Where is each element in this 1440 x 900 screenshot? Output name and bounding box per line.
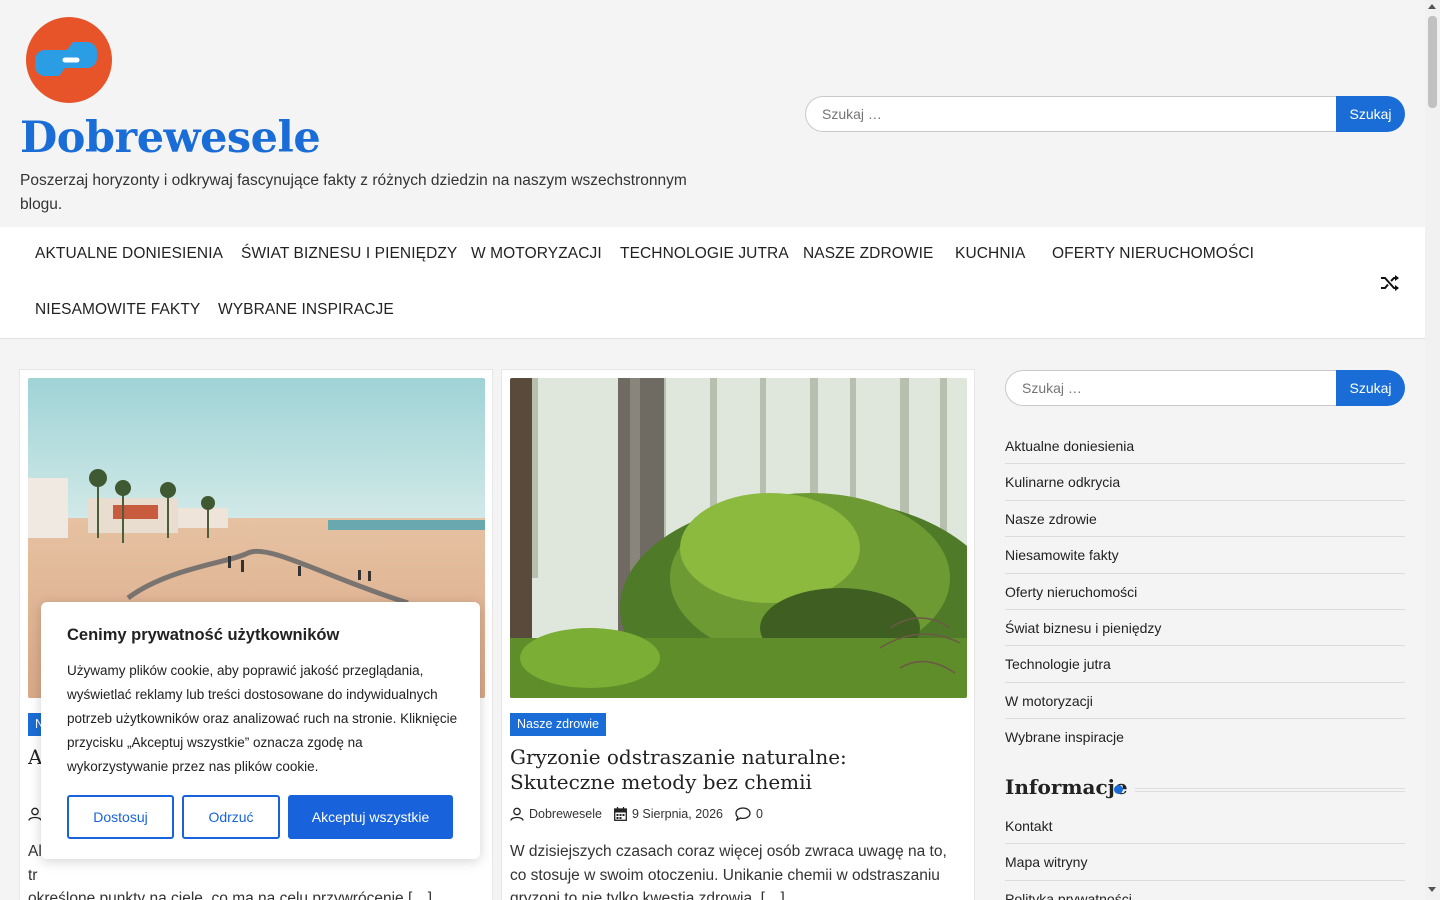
scroll-down-arrow-icon[interactable] xyxy=(1428,887,1436,892)
nav-item-technologie-jutra[interactable]: TECHNOLOGIE JUTRA xyxy=(620,245,789,263)
nav-item-w-motoryzacji[interactable]: W MOTORYZACJI xyxy=(471,245,602,263)
nav-item-aktualne-doniesienia[interactable]: AKTUALNE DONIESIENIA xyxy=(35,245,223,263)
nav-item-oferty-nieruchomosci[interactable]: OFERTY NIERUCHOMOŚCI xyxy=(1052,245,1254,263)
header-search-button[interactable]: Szukaj xyxy=(1336,96,1405,132)
sidebar-category-item[interactable]: Aktualne doniesienia xyxy=(1005,428,1405,465)
scroll-up-arrow-icon[interactable] xyxy=(1428,4,1436,9)
widget-title-dot xyxy=(1114,785,1123,794)
main-navigation: AKTUALNE DONIESIENIA ŚWIAT BIZNESU I PIE… xyxy=(0,227,1425,339)
widget-title-divider xyxy=(1135,788,1405,792)
calendar-icon xyxy=(614,807,627,821)
site-tagline: Poszerzaj horyzonty i odkrywaj fascynują… xyxy=(20,172,687,213)
sidebar-category-item[interactable]: Niesamowite fakty xyxy=(1005,537,1405,574)
user-icon xyxy=(28,807,42,821)
sidebar-category-item[interactable]: Oferty nieruchomości xyxy=(1005,574,1405,610)
post-meta: Dobrewesele 9 Sierpnia, 2026 0 xyxy=(510,804,763,824)
post-comment-count[interactable]: 0 xyxy=(756,807,763,821)
site-header: Dobrewesele Poszerzaj horyzonty i odkryw… xyxy=(0,0,1425,227)
post-excerpt-line2: tr xyxy=(28,866,38,884)
cookie-accept-all-button[interactable]: Akceptuj wszystkie xyxy=(288,795,453,839)
post-author[interactable]: Dobrewesele xyxy=(529,807,602,821)
site-logo-icon[interactable] xyxy=(25,16,113,104)
sidebar-category-item[interactable]: Wybrane inspiracje xyxy=(1005,719,1405,755)
cookie-consent-banner: Cenimy prywatność użytkowników Używamy p… xyxy=(41,602,480,859)
post-title[interactable]: Gryzonie odstraszanie naturalne: Skutecz… xyxy=(510,745,950,795)
sidebar-info-link-polityka[interactable]: Polityka prywatności xyxy=(1005,881,1405,900)
cookie-customize-button[interactable]: Dostosuj xyxy=(67,795,174,839)
sidebar-search-form: Szukaj xyxy=(1005,370,1405,406)
cookie-reject-button[interactable]: Odrzuć xyxy=(182,795,280,839)
post-image-forest[interactable] xyxy=(510,378,967,698)
cookie-description: Używamy plików cookie, aby poprawić jako… xyxy=(67,663,458,774)
nav-item-niesamowite-fakty[interactable]: NIESAMOWITE FAKTY xyxy=(35,301,200,319)
cookie-title: Cenimy prywatność użytkowników xyxy=(67,626,340,644)
site-title[interactable]: Dobrewesele xyxy=(20,113,321,163)
page-scrollbar[interactable] xyxy=(1425,0,1440,900)
sidebar-info-link-mapa[interactable]: Mapa witryny xyxy=(1005,844,1405,881)
nav-item-nasze-zdrowie[interactable]: NASZE ZDROWIE xyxy=(803,245,933,263)
sidebar-category-list: Aktualne doniesienia Kulinarne odkrycia … xyxy=(1005,428,1405,756)
sidebar-category-item[interactable]: Kulinarne odkrycia xyxy=(1005,464,1405,501)
sidebar-category-item[interactable]: Nasze zdrowie xyxy=(1005,501,1405,538)
sidebar-category-item[interactable]: W motoryzacji xyxy=(1005,683,1405,720)
scrollbar-thumb[interactable] xyxy=(1428,16,1437,108)
header-search-input[interactable] xyxy=(805,96,1336,132)
sidebar-category-item[interactable]: Technologie jutra xyxy=(1005,646,1405,683)
post-category-badge[interactable]: Nasze zdrowie xyxy=(510,713,606,736)
user-icon xyxy=(510,807,524,821)
nav-item-kuchnia[interactable]: KUCHNIA xyxy=(955,245,1025,263)
sidebar-info-link-kontakt[interactable]: Kontakt xyxy=(1005,808,1405,845)
sidebar-search-button[interactable]: Szukaj xyxy=(1336,370,1405,406)
post-excerpt: W dzisiejszych czasach coraz więcej osób… xyxy=(510,843,947,900)
nav-item-wybrane-inspiracje[interactable]: WYBRANE INSPIRACJE xyxy=(218,301,394,319)
sidebar-category-item[interactable]: Świat biznesu i pieniędzy xyxy=(1005,610,1405,647)
sidebar-info-list: Kontakt Mapa witryny Polityka prywatnośc… xyxy=(1005,808,1405,900)
post-date[interactable]: 9 Sierpnia, 2026 xyxy=(632,807,723,821)
sidebar-search-input[interactable] xyxy=(1005,370,1336,406)
nav-item-swiat-biznesu[interactable]: ŚWIAT BIZNESU I PIENIĘDZY xyxy=(241,245,457,263)
post-card: Nasze zdrowie Gryzonie odstraszanie natu… xyxy=(501,369,975,900)
comment-icon xyxy=(735,807,751,821)
header-search-form: Szukaj xyxy=(805,96,1405,132)
post-excerpt-line3: określone punkty na ciele, co ma na celu… xyxy=(28,890,433,900)
shuffle-icon[interactable] xyxy=(1380,275,1400,291)
widget-title-informacje: Informacje xyxy=(1005,775,1128,799)
